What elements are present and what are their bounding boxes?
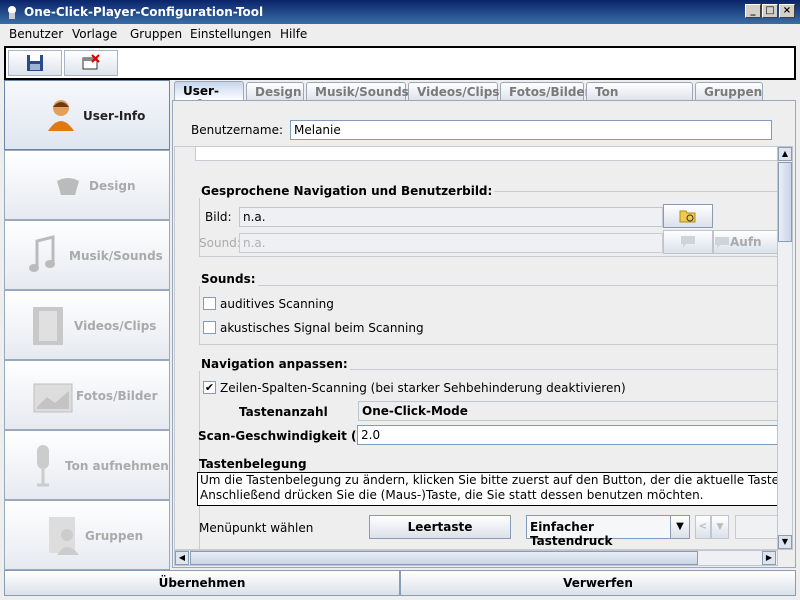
scan-speed-input[interactable]: 2.0 (357, 425, 777, 445)
tab-user-info[interactable]: User-Info (174, 81, 244, 112)
chevron-left-icon: < (698, 521, 708, 532)
microphone-icon (37, 445, 49, 487)
minimize-button[interactable]: _ (745, 4, 761, 18)
spoken-navigation-title: Gesprochene Navigation und Benutzerbild: (199, 184, 495, 198)
record-sound-button[interactable]: Aufn (713, 230, 777, 254)
menu-vorlage[interactable]: Vorlage (72, 27, 117, 41)
chevron-down-icon: ▼ (676, 521, 684, 532)
acoustic-signal-checkbox[interactable] (203, 321, 216, 334)
tab-musik-sounds[interactable]: Musik/Sounds (306, 82, 409, 100)
sidebar-item-gruppen[interactable]: Gruppen (4, 500, 170, 570)
close-window-icon (82, 54, 100, 70)
sidebar-item-ton-aufnehmen[interactable]: Ton aufnehmen (4, 430, 170, 500)
toolbar (4, 46, 796, 80)
arrow-up-icon: ▲ (781, 149, 789, 158)
previous-group-fragment (195, 147, 777, 161)
menu-bar: Benutzer Vorlage Gruppen Einstellungen H… (0, 24, 800, 46)
sidebar-item-design[interactable]: Design (4, 150, 170, 220)
key-mapping-title: Tastenbelegung (199, 457, 307, 471)
sidebar-item-label: Ton aufnehmen (65, 459, 169, 473)
key-mapping-line-2: Anschließend drücken Sie die (Maus-)Tast… (200, 488, 704, 502)
username-input[interactable]: Melanie (290, 120, 772, 140)
maximize-button[interactable]: □ (762, 4, 778, 18)
menu-gruppen[interactable]: Gruppen (130, 27, 182, 41)
arrow-left-icon: ◀ (178, 553, 186, 562)
sidebar-item-musik-sounds[interactable]: Musik/Sounds (4, 220, 170, 290)
sound-label: Sound: (199, 236, 241, 250)
bild-label: Bild: (205, 210, 232, 224)
settings-scroll-area: Gesprochene Navigation und Benutzerbild:… (174, 146, 778, 550)
sounds-group (199, 285, 777, 345)
auditory-scanning-label: auditives Scanning (220, 297, 334, 311)
vertical-scroll-thumb[interactable] (778, 162, 792, 242)
key-assign-button[interactable]: Leertaste (369, 515, 511, 539)
scroll-up-button[interactable]: ▲ (778, 147, 792, 161)
sidebar-item-fotos-bilder[interactable]: Fotos/Bilder (4, 360, 170, 430)
press-type-select[interactable]: Einfacher Tastendruck (526, 515, 672, 548)
username-label: Benutzername: (191, 123, 284, 137)
discard-button[interactable]: Verwerfen (400, 570, 796, 596)
speech-bubble-icon (681, 236, 695, 248)
sidebar-item-label: Musik/Sounds (69, 249, 163, 263)
tab-videos-clips[interactable]: Videos/Clips (408, 82, 499, 100)
horizontal-scroll-thumb[interactable] (190, 551, 698, 565)
app-icon (8, 6, 16, 19)
sidebar-item-label: Design (89, 179, 136, 193)
window-title: One-Click-Player-Configuration-Tool (24, 5, 264, 19)
close-button[interactable]: × (779, 4, 795, 18)
sidebar-item-user-info[interactable]: User-Info (4, 80, 170, 150)
menu-item-label: Menüpunkt wählen (199, 521, 314, 535)
design-icon (57, 178, 79, 195)
tab-fotos-bilder[interactable]: Fotos/Bilder (500, 82, 590, 100)
auditory-scanning-checkbox[interactable] (203, 297, 216, 310)
sidebar-item-label: Fotos/Bilder (76, 389, 158, 403)
sounds-title: Sounds: (199, 272, 258, 286)
speech-bubble-icon (715, 237, 729, 249)
sidebar-item-label: User-Info (83, 109, 146, 123)
scroll-down-button[interactable]: ▼ (778, 535, 792, 549)
keys-count-label: Tastenanzahl (239, 405, 328, 419)
menu-benutzer[interactable]: Benutzer (9, 27, 63, 41)
sound-field: n.a. (239, 233, 663, 253)
press-type-dropdown-button[interactable]: ▼ (670, 515, 690, 539)
apply-button[interactable]: Übernehmen (4, 570, 400, 596)
menu-hilfe[interactable]: Hilfe (280, 27, 307, 41)
music-note-icon (29, 235, 55, 272)
tab-gruppen[interactable]: Gruppen (695, 82, 763, 100)
arrow-right-icon: ▶ (765, 553, 773, 562)
tab-design[interactable]: Design (246, 82, 304, 100)
scroll-right-button[interactable]: ▶ (762, 551, 776, 565)
scroll-left-button[interactable]: ◀ (175, 551, 189, 565)
sidebar-item-label: Videos/Clips (74, 319, 157, 333)
menu-einstellungen[interactable]: Einstellungen (190, 27, 271, 41)
key-mapping-line-1: Um die Tastenbelegung zu ändern, klicken… (200, 473, 778, 487)
row-column-scanning-label: Zeilen-Spalten-Scanning (bei starker Seh… (220, 381, 626, 395)
photo-icon (33, 383, 73, 413)
chevron-down-icon: ▼ (716, 522, 724, 532)
record-label: Aufn (730, 235, 762, 249)
secondary-field (735, 515, 777, 539)
acoustic-signal-label: akustisches Signal beim Scanning (220, 321, 424, 335)
keys-count-select[interactable]: One-Click-Mode (358, 401, 777, 421)
browse-image-button[interactable] (663, 204, 713, 228)
sidebar-item-videos-clips[interactable]: Videos/Clips (4, 290, 170, 360)
user-icon (48, 100, 74, 131)
previous-button[interactable]: < (695, 515, 711, 539)
tab-ton-aufnehmen[interactable]: Ton aufnehmen (586, 82, 693, 113)
bild-field: n.a. (239, 207, 663, 227)
close-user-button[interactable] (64, 50, 118, 76)
sidebar-item-label: Gruppen (85, 529, 144, 543)
folder-search-icon (679, 210, 696, 223)
title-bar: One-Click-Player-Configuration-Tool _ □ … (0, 0, 800, 24)
navigation-title: Navigation anpassen: (199, 357, 350, 371)
key-mapping-description: Um die Tastenbelegung zu ändern, klicken… (197, 472, 778, 506)
group-icon (49, 517, 79, 555)
row-column-scanning-checkbox[interactable]: ✔ (203, 381, 216, 394)
film-icon (33, 307, 63, 345)
secondary-dropdown-button[interactable]: ▼ (711, 515, 729, 539)
arrow-down-icon: ▼ (781, 537, 789, 546)
play-sound-button[interactable] (663, 230, 713, 254)
floppy-disk-icon (27, 55, 43, 71)
save-button[interactable] (8, 50, 62, 76)
